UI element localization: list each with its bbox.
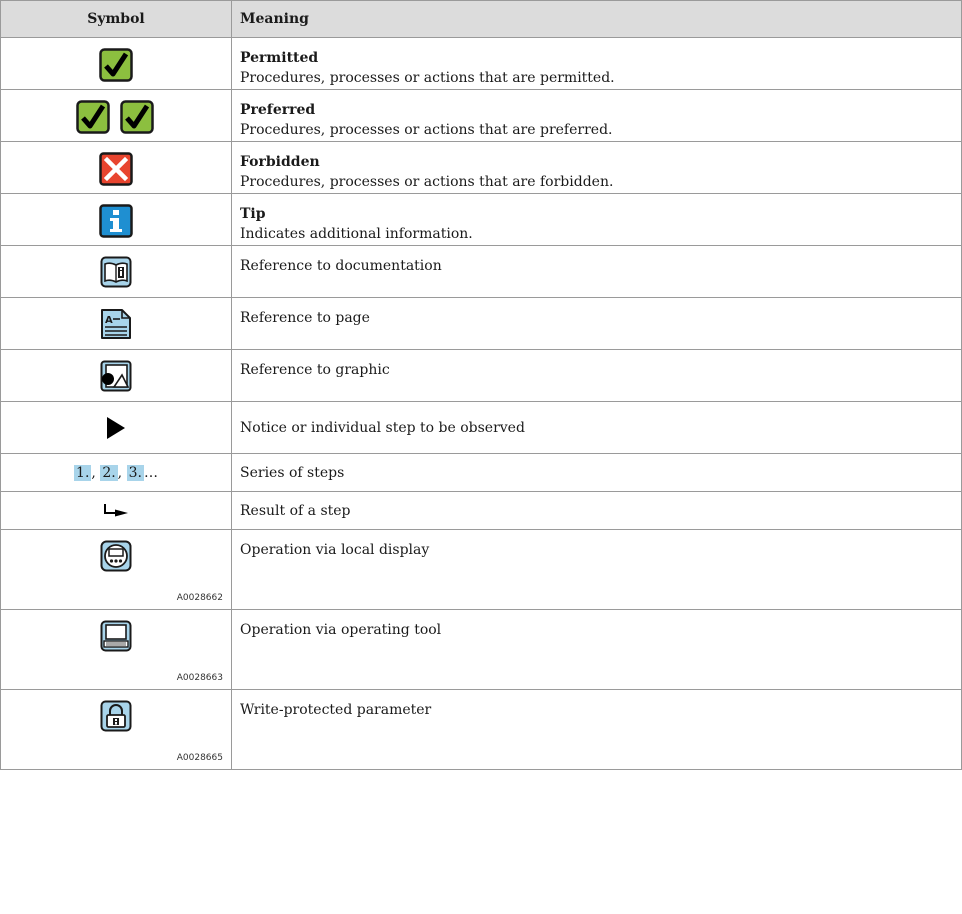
local-display-icon <box>100 540 132 572</box>
meaning-text: Result of a step <box>231 491 962 530</box>
preferred-double-check-icon <box>76 100 154 134</box>
table-row: Result of a step <box>0 491 962 530</box>
table-row: Forbidden Procedures, processes or actio… <box>0 141 962 194</box>
meaning-title: Permitted <box>240 50 319 66</box>
steps-ellipsis: … <box>143 465 158 481</box>
table-row: A0028662 Operation via local display <box>0 529 962 610</box>
table-row: A Reference to page <box>0 297 962 350</box>
meaning-title: Tip <box>240 206 266 222</box>
figure-code: A0028665 <box>176 753 223 763</box>
table-row: Tip Indicates additional information. <box>0 193 962 246</box>
meaning-text: Series of steps <box>231 453 962 492</box>
meaning-text: Reference to graphic <box>231 349 962 402</box>
meaning-text: Procedures, processes or actions that ar… <box>240 70 615 86</box>
lock-icon <box>100 700 132 732</box>
forbidden-x-icon <box>99 152 133 186</box>
figure-code: A0028663 <box>176 673 223 683</box>
step-number: 1. <box>74 465 92 481</box>
header-symbol: Symbol <box>0 0 232 38</box>
meaning-text: Indicates additional information. <box>240 226 473 242</box>
header-meaning: Meaning <box>231 0 962 38</box>
meaning-title: Forbidden <box>240 154 320 170</box>
meaning-title: Preferred <box>240 102 316 118</box>
info-tip-icon <box>99 204 133 238</box>
step-number: 2. <box>100 465 118 481</box>
symbol-table: Symbol Meaning Permitted Procedures, pro… <box>0 0 962 770</box>
meaning-text: Write-protected parameter <box>231 689 962 770</box>
result-arrow-icon <box>104 504 128 517</box>
table-row: Preferred Procedures, processes or actio… <box>0 89 962 142</box>
meaning-text: Reference to page <box>231 297 962 350</box>
operating-tool-icon <box>100 620 132 652</box>
graphic-reference-icon <box>100 360 132 392</box>
meaning-text: Notice or individual step to be observed <box>231 401 962 454</box>
table-header-row: Symbol Meaning <box>0 0 962 38</box>
steps-sequence: 1., 2., 3.… <box>74 465 158 481</box>
table-row: Reference to documentation <box>0 245 962 298</box>
meaning-text: Procedures, processes or actions that ar… <box>240 122 613 138</box>
figure-code: A0028662 <box>176 593 223 603</box>
table-row: A0028663 Operation via operating tool <box>0 609 962 690</box>
table-row: 1., 2., 3.… Series of steps <box>0 453 962 492</box>
play-triangle-icon <box>107 417 125 439</box>
permitted-check-icon <box>99 48 133 82</box>
table-row: Notice or individual step to be observed <box>0 401 962 454</box>
meaning-text: Operation via operating tool <box>231 609 962 690</box>
step-number: 3. <box>126 465 144 481</box>
meaning-text: Reference to documentation <box>231 245 962 298</box>
meaning-text: Procedures, processes or actions that ar… <box>240 174 614 190</box>
table-row: Reference to graphic <box>0 349 962 402</box>
table-row: Permitted Procedures, processes or actio… <box>0 37 962 90</box>
book-reference-icon <box>100 256 132 288</box>
meaning-text: Operation via local display <box>231 529 962 610</box>
page-reference-icon: A <box>101 309 131 339</box>
svg-text:A: A <box>105 315 113 326</box>
table-row: A0028665 Write-protected parameter <box>0 689 962 770</box>
